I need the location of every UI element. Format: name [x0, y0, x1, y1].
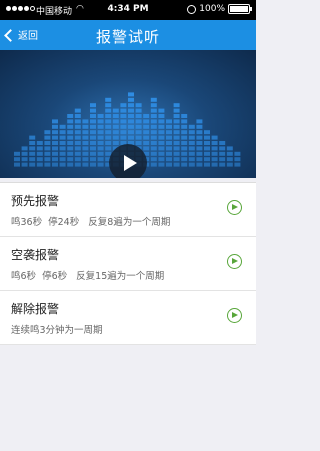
- play-circle-icon[interactable]: [227, 200, 242, 215]
- audio-banner: [0, 50, 256, 178]
- rotation-lock-icon: [187, 4, 197, 14]
- alarm-description: 连续鸣3分钟为一周期: [11, 325, 103, 336]
- alarm-description: 鸣6秒 停6秒 反复15遍为一个周期: [11, 271, 165, 282]
- battery-icon: [228, 4, 252, 14]
- page-title: 报警试听: [95, 28, 160, 46]
- alarm-item-air-raid[interactable]: 空袭报警 鸣6秒 停6秒 反复15遍为一个周期: [0, 237, 256, 291]
- play-circle-icon[interactable]: [227, 254, 242, 269]
- play-button[interactable]: [109, 144, 147, 178]
- alarm-list: 预先报警 鸣36秒 停24秒 反复8遍为一个周期 空袭报警 鸣6秒 停6秒 反复…: [0, 182, 256, 345]
- nav-bar: 返回 报警试听: [0, 20, 256, 50]
- alarm-name: 预先报警: [11, 194, 60, 208]
- battery-percent: 100%: [199, 4, 225, 14]
- alarm-name: 空袭报警: [11, 248, 60, 262]
- play-circle-icon[interactable]: [227, 308, 242, 323]
- alarm-item-all-clear[interactable]: 解除报警 连续鸣3分钟为一周期: [0, 291, 256, 345]
- alarm-name: 解除报警: [11, 302, 60, 316]
- alarm-item-pre-warning[interactable]: 预先报警 鸣36秒 停24秒 反复8遍为一个周期: [0, 183, 256, 237]
- alarm-description: 鸣36秒 停24秒 反复8遍为一个周期: [11, 217, 171, 228]
- status-bar: 中国移动 ◠ 4:34 PM 100%: [0, 0, 256, 20]
